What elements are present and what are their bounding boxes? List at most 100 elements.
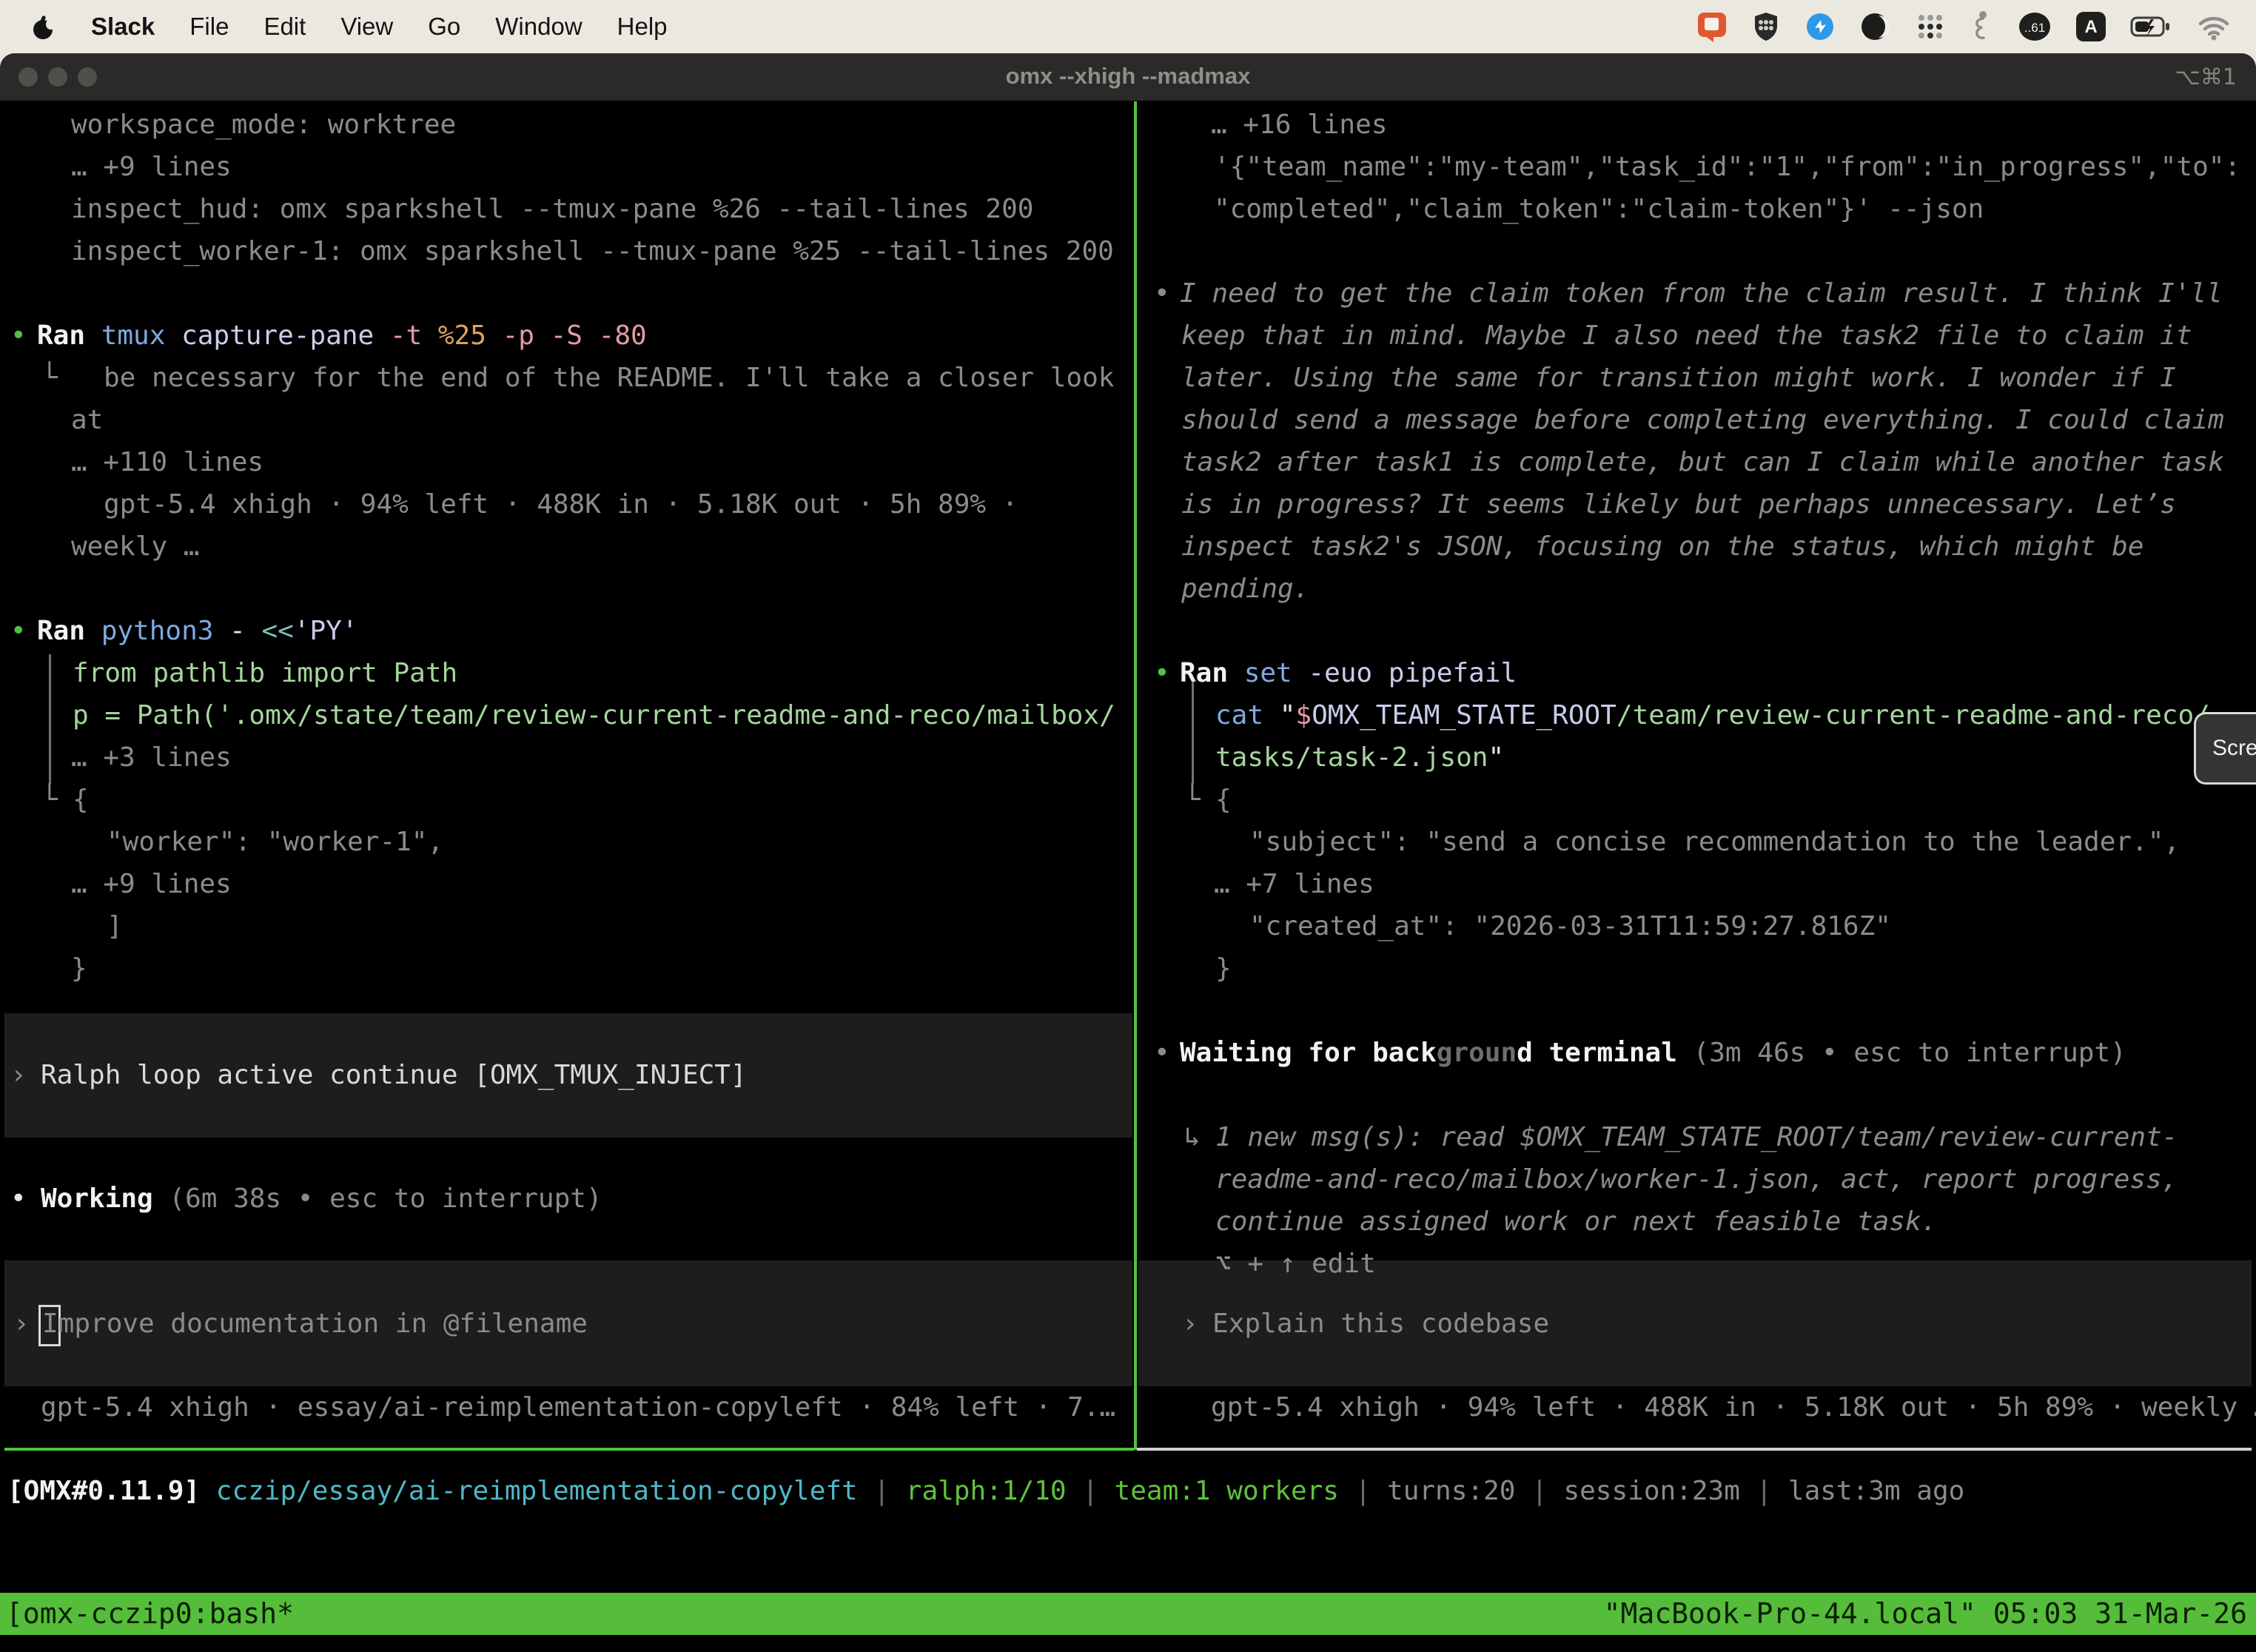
counter-badge-icon[interactable]: ..61 — [2018, 11, 2052, 42]
terminal-text: set — [1244, 658, 1309, 688]
terminal-text: $ — [1295, 700, 1312, 731]
terminal-text: └ — [41, 785, 58, 815]
terminal-line: [OMX#0.11.9] cczip/essay/ai-reimplementa… — [7, 1470, 1964, 1512]
terminal-text: gpt-5.4 xhigh · 94% left · 488K in · 5.1… — [104, 489, 1018, 520]
terminal-line: • — [10, 1178, 27, 1220]
pane-divider[interactable] — [1134, 101, 1137, 1450]
menu-item-file[interactable]: File — [189, 13, 229, 41]
terminal-text: › — [1182, 1309, 1198, 1339]
terminal-text: p = Path('.omx/state/team/review-current… — [73, 700, 1115, 731]
terminal-line: › — [1182, 1303, 1198, 1345]
terminal-text: "created_at": "2026-03-31T11:59:27.816Z" — [1249, 911, 1891, 941]
terminal-line: › — [13, 1303, 30, 1345]
terminal-text: should send a message before completing … — [1181, 405, 2224, 435]
terminal-text: | — [1756, 1476, 1788, 1506]
terminal-line: … +9 lines — [71, 863, 232, 905]
screen-overlay-label: Scre — [2212, 736, 2256, 761]
apple-icon[interactable] — [31, 12, 56, 41]
terminal-line: • — [1154, 652, 1170, 694]
terminal-line: gpt-5.4 xhigh · 94% left · 488K in · 5.1… — [1211, 1386, 2256, 1428]
terminal-text: • — [1154, 278, 1170, 309]
chat-app-icon[interactable] — [1696, 11, 1728, 42]
terminal-line: › — [10, 1054, 27, 1096]
terminal-line: … +3 lines — [71, 736, 232, 779]
terminal-line: • — [1154, 1032, 1170, 1074]
terminal-text: Explain this codebase — [1212, 1309, 1549, 1339]
terminal-text: turns:20 — [1387, 1476, 1531, 1506]
battery-icon[interactable] — [2130, 11, 2173, 42]
terminal-line: Ran tmux capture-pane -t %25 -p -S -80 — [37, 315, 647, 357]
menu-app-name[interactable]: Slack — [91, 13, 155, 41]
terminal-line: at — [71, 399, 103, 441]
tmux-host-clock: "MacBook-Pro-44.local" 05:03 31-Mar-26 — [1604, 1593, 2256, 1635]
terminal-text: keep that in mind. Maybe I also need the… — [1181, 320, 2192, 351]
terminal-line: workspace_mode: worktree — [71, 104, 456, 146]
terminal-text: tasks/task-2.json — [1215, 742, 1488, 773]
terminal-text: 1 new msg(s): read $OMX_TEAM_STATE_ROOT/… — [1215, 1122, 2178, 1152]
terminal-line: Working (6m 38s • esc to interrupt) — [41, 1178, 602, 1220]
terminal-text: from pathlib import Path — [73, 658, 457, 688]
terminal-text: cat — [1215, 700, 1280, 731]
terminal-line: p = Path('.omx/state/team/review-current… — [73, 694, 1115, 736]
terminal-line: … +16 lines — [1211, 104, 1387, 146]
terminal-line: be necessary for the end of the README. … — [104, 357, 1114, 399]
terminal-line: Ralph loop active continue [OMX_TMUX_INJ… — [41, 1054, 747, 1096]
terminal-line: I need to get the claim token from the c… — [1180, 272, 2223, 315]
terminal-line: "completed","claim_token":"claim-token"}… — [1214, 188, 1984, 230]
hook-figure-icon[interactable] — [1970, 10, 1994, 44]
terminal-line: Ran set -euo pipefail — [1180, 652, 1517, 694]
terminal-line: Ran python3 - <<'PY' — [37, 610, 358, 652]
blue-badge-icon[interactable] — [1805, 11, 1836, 42]
terminal-text: › — [13, 1309, 30, 1339]
window-title-bar[interactable]: omx --xhigh --madmax ⌥⌘1 — [0, 53, 2256, 101]
terminal-line: └ — [41, 779, 58, 821]
input-source-icon[interactable]: A — [2075, 11, 2106, 42]
terminal-text: ralph:1/10 — [906, 1476, 1082, 1506]
terminal-text: -euo pipefail — [1308, 658, 1517, 688]
terminal-line: └ — [41, 357, 58, 399]
terminal-text: gpt-5.4 xhigh · 94% left · 488K in · 5.1… — [1211, 1392, 2256, 1423]
terminal-text: (6m 38s • esc to interrupt) — [169, 1183, 602, 1214]
terminal-text: -80 — [599, 320, 647, 351]
terminal-text: Ralph loop active continue [OMX_TMUX_INJ… — [41, 1060, 747, 1090]
terminal-line: tasks/task-2.json" — [1215, 736, 1504, 779]
terminal-text: | — [1355, 1476, 1387, 1506]
terminal-text: team:1 workers — [1115, 1476, 1355, 1506]
terminal-text: Ran — [37, 616, 101, 646]
left-pane-border — [4, 1448, 1134, 1451]
terminal-text: … +9 lines — [71, 869, 232, 899]
menu-item-window[interactable]: Window — [495, 13, 582, 41]
screen-overlay-tooltip: Scre — [2194, 712, 2256, 785]
terminal-text: weekly … — [71, 531, 199, 562]
terminal-text: | — [1082, 1476, 1114, 1506]
terminal-text: at — [71, 405, 103, 435]
menu-item-view[interactable]: View — [340, 13, 393, 41]
terminal-line: • — [10, 315, 27, 357]
terminal-text: Waiting for back — [1180, 1038, 1437, 1068]
menu-left: Slack File Edit View Go Window Help — [0, 12, 668, 41]
shield-grid-icon[interactable] — [1751, 10, 1781, 43]
wifi-icon[interactable] — [2197, 13, 2231, 41]
terminal-text: "worker": "worker-1", — [107, 827, 443, 857]
menu-item-edit[interactable]: Edit — [263, 13, 306, 41]
menu-status-icons: ..61 A — [1696, 10, 2256, 44]
terminal-text: • — [1154, 1038, 1170, 1068]
terminal-text: is in progress? It seems likely but perh… — [1181, 489, 2176, 520]
menu-item-help[interactable]: Help — [617, 13, 668, 41]
terminal-text: tmux — [101, 320, 181, 351]
terminal-text: • — [10, 616, 27, 646]
menu-item-go[interactable]: Go — [428, 13, 460, 41]
terminal-text: OMX_TEAM_STATE_ROOT — [1312, 700, 1617, 731]
terminal-text: • — [10, 320, 27, 351]
terminal-text: 'PY' — [294, 616, 358, 646]
dots-grid-icon[interactable] — [1914, 10, 1947, 43]
terminal-text: Working — [41, 1183, 169, 1214]
terminal-text: (3m 46s • esc to interrupt) — [1693, 1038, 2126, 1068]
terminal-line: … +7 lines — [1214, 863, 1374, 905]
crescent-icon[interactable] — [1859, 11, 1890, 42]
terminal-text: '{"team_name":"my-team","task_id":"1","f… — [1214, 152, 2240, 182]
terminal-text: } — [1215, 953, 1232, 984]
svg-text:..61: ..61 — [2024, 21, 2045, 35]
terminal-text: -S — [551, 320, 599, 351]
terminal-line: Explain this codebase — [1212, 1303, 1549, 1345]
